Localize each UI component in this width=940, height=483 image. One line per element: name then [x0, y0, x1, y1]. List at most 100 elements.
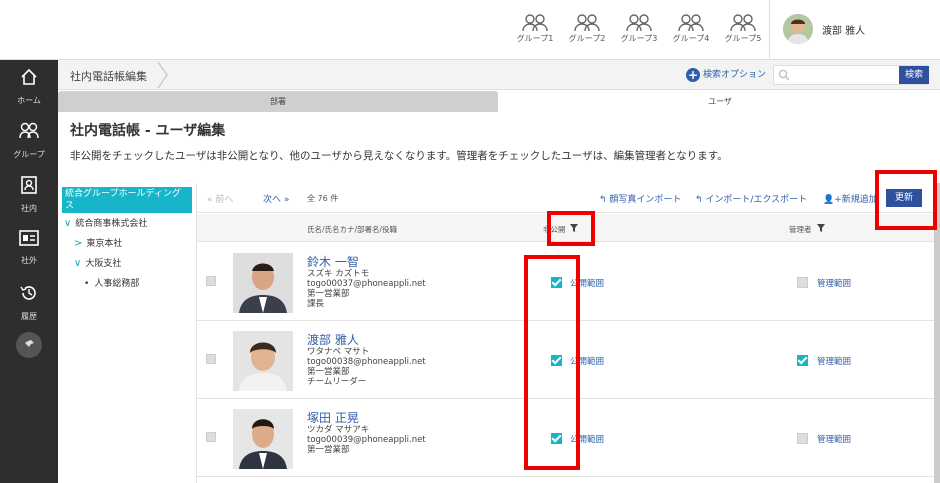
- group-people-icon: [730, 14, 756, 32]
- tree-item-osaka[interactable]: ∨ 大阪支社: [74, 256, 121, 269]
- group-1-button[interactable]: グループ1: [512, 14, 558, 54]
- add-user-link[interactable]: 👤+新規追加: [823, 192, 878, 205]
- chevron-down-icon: ∨: [74, 258, 82, 269]
- user-photo-image: [233, 409, 293, 469]
- filter-icon[interactable]: [817, 224, 825, 232]
- add-user-label: 新規追加: [841, 195, 878, 205]
- user-name-link[interactable]: 塚田 正晃: [307, 409, 359, 426]
- admin-scope-link[interactable]: 管理範囲: [817, 355, 851, 367]
- admin-checkbox[interactable]: [797, 277, 808, 288]
- sidebar-item-group[interactable]: グループ: [0, 114, 58, 166]
- sidebar-item-label: 社外: [21, 256, 37, 265]
- tree-item-label: 大阪支社: [85, 259, 122, 269]
- user-photo: [233, 253, 293, 313]
- group-4-button[interactable]: グループ4: [668, 14, 714, 54]
- search-button[interactable]: 検索: [899, 66, 929, 84]
- table-row: 渡部 雅人 ワタナベ マサト togo00038@phoneappli.net …: [197, 321, 937, 399]
- user-name-link[interactable]: 鈴木 一智: [307, 253, 359, 270]
- contact-book-icon: [21, 176, 37, 194]
- search-input[interactable]: [794, 68, 914, 82]
- sidebar-item-home[interactable]: ホーム: [0, 60, 58, 112]
- row-select-checkbox[interactable]: [206, 432, 216, 442]
- page-title: 社内電話帳 - ユーザ編集: [70, 123, 226, 139]
- pin-button[interactable]: [16, 332, 42, 358]
- group-people-icon: [522, 14, 548, 32]
- private-checkbox[interactable]: [551, 433, 562, 444]
- sidebar-item-label: 社内: [21, 204, 37, 213]
- user-email: togo00038@phoneappli.net: [307, 357, 426, 367]
- tree-item-hr[interactable]: • 人事総務部: [84, 276, 139, 289]
- bullet-icon: •: [84, 279, 90, 289]
- user-email: togo00037@phoneappli.net: [307, 279, 426, 289]
- public-scope-link[interactable]: 公開範囲: [570, 433, 604, 445]
- user-kana: スズキ カズトモ: [307, 269, 370, 279]
- import-arrow-icon: ↰: [695, 195, 706, 205]
- group-5-label: グループ5: [724, 34, 762, 43]
- tree-item-label: 統合商事株式会社: [75, 219, 148, 229]
- private-checkbox[interactable]: [551, 277, 562, 288]
- tab-department[interactable]: 部署: [58, 91, 498, 112]
- group-people-icon: [574, 14, 600, 32]
- admin-checkbox[interactable]: [797, 433, 808, 444]
- breadcrumb-chevron-icon: [157, 61, 168, 89]
- sidebar-item-label: 履歴: [21, 312, 37, 321]
- scrollbar[interactable]: [934, 183, 940, 483]
- search-icon: [778, 69, 790, 81]
- row-select-checkbox[interactable]: [206, 354, 216, 364]
- chevron-right-icon: >: [74, 238, 83, 249]
- id-card-icon: [19, 230, 39, 246]
- update-button[interactable]: 更新: [886, 189, 922, 207]
- group-5-button[interactable]: グループ5: [720, 14, 766, 54]
- sidebar-item-internal[interactable]: 社内: [0, 168, 58, 220]
- user-photo: [233, 331, 293, 391]
- group-2-button[interactable]: グループ2: [564, 14, 610, 54]
- admin-scope-link[interactable]: 管理範囲: [817, 433, 851, 445]
- sidebar: ホーム グループ 社内 社外 履歴: [0, 60, 58, 483]
- public-scope-link[interactable]: 公開範囲: [570, 355, 604, 367]
- group-2-label: グループ2: [568, 34, 606, 43]
- import-export-link[interactable]: ↰ インポート/エクスポート: [695, 192, 807, 205]
- user-department: 第一営業部: [307, 445, 350, 455]
- sidebar-item-history[interactable]: 履歴: [0, 276, 58, 328]
- tree-item-label: 東京本社: [86, 239, 123, 249]
- import-arrow-icon: ↰: [599, 195, 610, 205]
- table-row: 鈴木 一智 スズキ カズトモ togo00037@phoneappli.net …: [197, 243, 937, 321]
- prev-page-link[interactable]: « 前へ: [207, 192, 233, 205]
- user-kana: ワタナベ マサト: [307, 347, 370, 357]
- user-name-link[interactable]: 渡部 雅人: [307, 331, 359, 348]
- page-description: 非公開をチェックしたユーザは非公開となり、他のユーザから見えなくなります。管理者…: [70, 150, 728, 162]
- group-icon: [19, 122, 39, 139]
- next-page-link[interactable]: 次へ »: [263, 192, 289, 205]
- user-avatar[interactable]: [783, 14, 813, 44]
- prev-label: 前へ: [215, 195, 234, 205]
- row-select-checkbox[interactable]: [206, 276, 216, 286]
- private-checkbox[interactable]: [551, 355, 562, 366]
- user-name[interactable]: 渡部 雅人: [822, 22, 865, 37]
- sidebar-item-external[interactable]: 社外: [0, 222, 58, 274]
- user-email: togo00039@phoneappli.net: [307, 435, 426, 445]
- search-options-link[interactable]: + 検索オプション: [686, 67, 766, 82]
- home-icon: [21, 68, 37, 85]
- breadcrumb[interactable]: 社内電話帳編集: [70, 68, 147, 84]
- tree-item-label: 人事総務部: [94, 279, 140, 289]
- double-chevron-right-icon: »: [281, 195, 290, 205]
- photo-import-link[interactable]: ↰ 顔写真インポート: [599, 192, 681, 205]
- chevron-down-icon: ∨: [64, 218, 72, 229]
- filter-icon[interactable]: [570, 224, 578, 232]
- tree-item-company[interactable]: ∨ 統合商事株式会社: [64, 216, 147, 229]
- public-scope-link[interactable]: 公開範囲: [570, 277, 604, 289]
- result-count: 全 76 件: [307, 194, 339, 203]
- admin-checkbox[interactable]: [797, 355, 808, 366]
- tree-item-tokyo[interactable]: > 東京本社: [74, 236, 122, 249]
- tree-root-item[interactable]: 統合グループホールディングス: [62, 187, 192, 213]
- group-3-button[interactable]: グループ3: [616, 14, 662, 54]
- add-user-icon: 👤+: [823, 195, 842, 205]
- history-icon: [20, 286, 36, 300]
- import-export-label: インポート/エクスポート: [705, 195, 808, 205]
- group-3-label: グループ3: [620, 34, 658, 43]
- pin-icon: [24, 340, 34, 348]
- list-toolbar: « 前へ 次へ » 全 76 件 ↰ 顔写真インポート ↰ インポート/エクスポ…: [197, 183, 937, 213]
- admin-scope-link[interactable]: 管理範囲: [817, 277, 851, 289]
- group-1-label: グループ1: [516, 34, 554, 43]
- tab-user[interactable]: ユーザ: [500, 91, 940, 112]
